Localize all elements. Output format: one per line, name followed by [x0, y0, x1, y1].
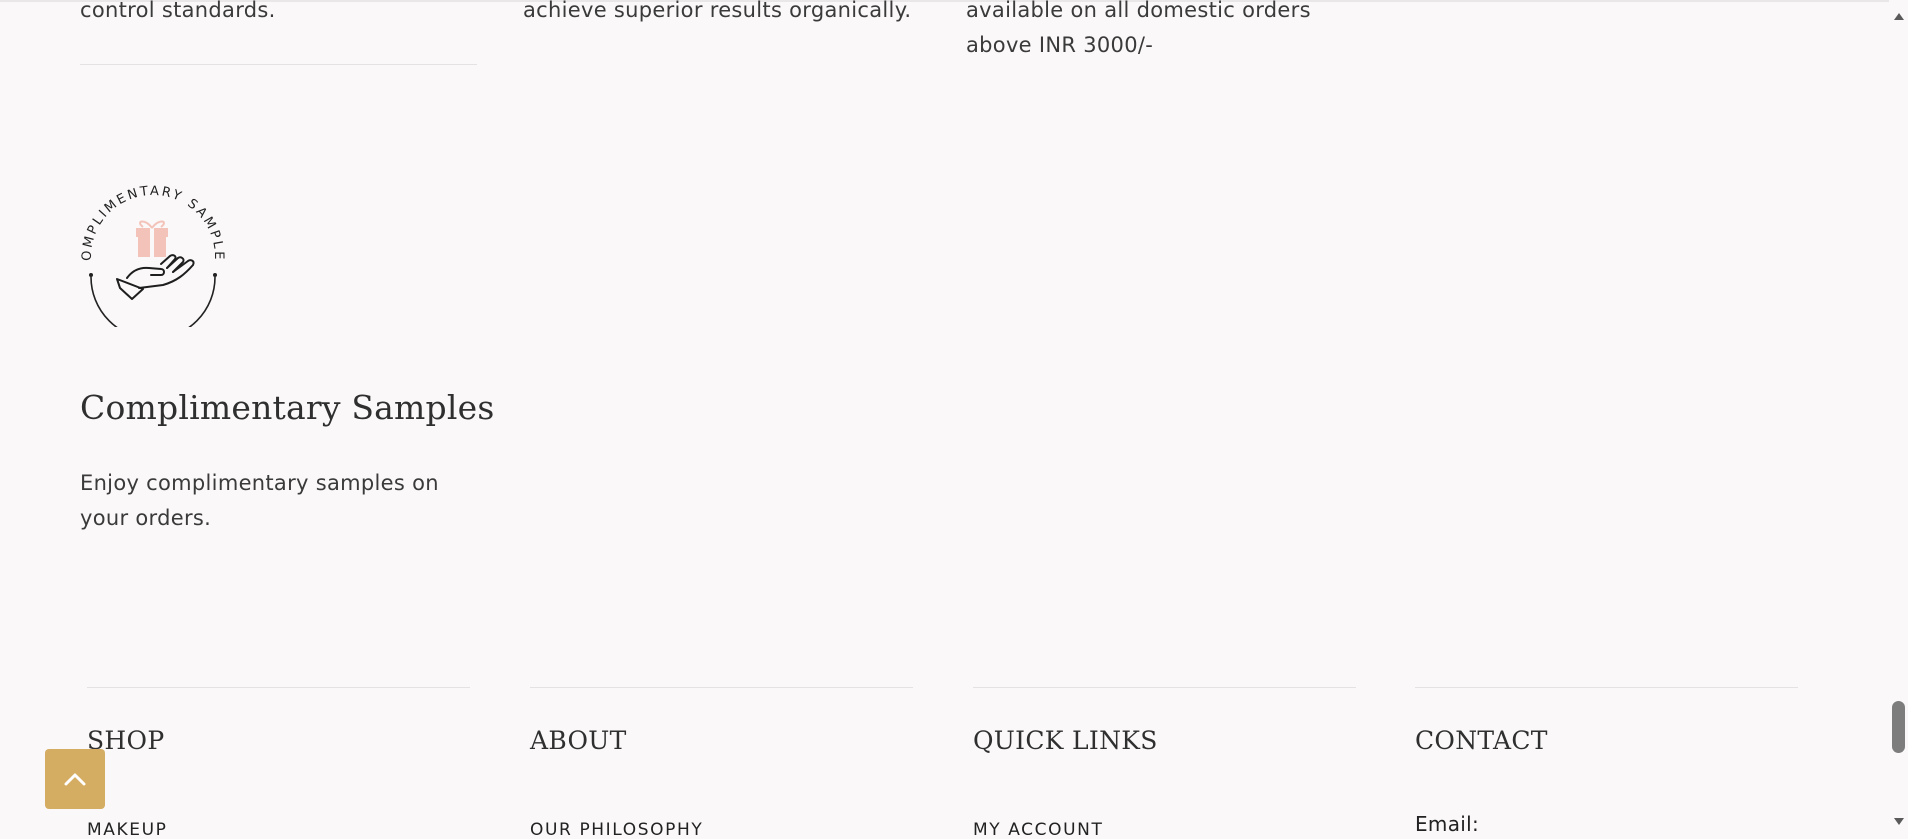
feature-shipping-text: available on all domestic orders above I…: [966, 0, 1311, 63]
vertical-scrollbar[interactable]: [1889, 0, 1908, 839]
gift-icon: [136, 220, 168, 257]
top-border: [0, 0, 1889, 2]
complimentary-samples-description: Enjoy complimentary samples on your orde…: [80, 466, 439, 536]
scrollbar-thumb[interactable]: [1892, 701, 1905, 753]
footer-divider-quick-links: [973, 687, 1356, 688]
page: control standards. achieve superior resu…: [0, 0, 1908, 839]
footer-heading-contact: CONTACT: [1415, 726, 1548, 755]
feature-divider: [80, 64, 477, 65]
back-to-top-button[interactable]: [45, 749, 105, 809]
footer-divider-contact: [1415, 687, 1798, 688]
feature-shipping-text-line2: above INR 3000/-: [966, 33, 1154, 57]
complimentary-samples-title: Complimentary Samples: [80, 388, 495, 427]
complimentary-samples-description-line2: your orders.: [80, 506, 212, 530]
footer-divider-shop: [87, 687, 470, 688]
feature-shipping-text-line1: available on all domestic orders: [966, 0, 1311, 22]
chevron-up-icon: [64, 773, 86, 786]
footer-heading-about: ABOUT: [530, 726, 627, 755]
open-hand-icon: [116, 254, 195, 300]
footer-contact-email-label: Email:: [1415, 812, 1480, 836]
footer-heading-quick-links: QUICK LINKS: [973, 726, 1158, 755]
feature-organic-text: achieve superior results organically.: [523, 0, 912, 22]
complimentary-samples-badge: COMPLIMENTARY SAMPLES: [77, 175, 224, 327]
footer-link-our-philosophy[interactable]: OUR PHILOSOPHY: [530, 820, 703, 839]
feature-quality-text: control standards.: [80, 0, 276, 22]
complimentary-samples-description-line1: Enjoy complimentary samples on: [80, 471, 439, 495]
scroll-down-arrow-icon[interactable]: [1894, 818, 1904, 825]
footer-link-my-account[interactable]: MY ACCOUNT: [973, 820, 1103, 839]
footer-link-makeup[interactable]: MAKEUP: [87, 820, 167, 839]
footer-divider-about: [530, 687, 913, 688]
scroll-up-arrow-icon[interactable]: [1894, 13, 1904, 20]
